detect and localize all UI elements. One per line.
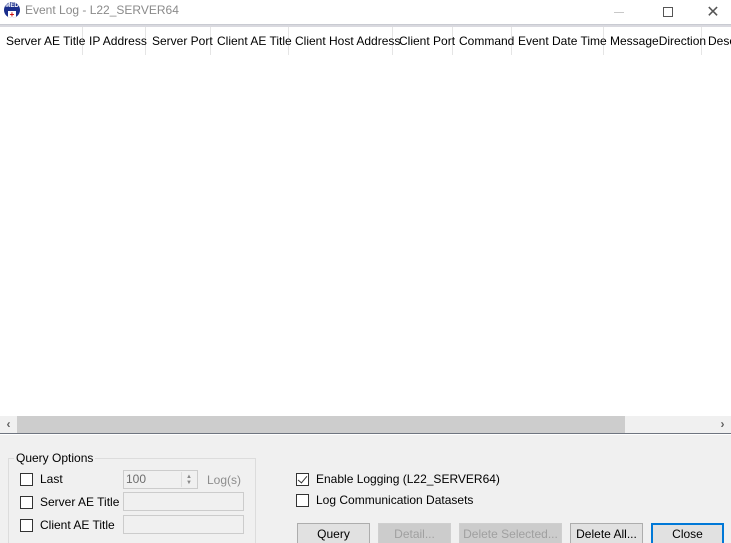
spin-down-icon[interactable]: ▼: [186, 480, 192, 486]
minimize-button[interactable]: [596, 0, 642, 24]
checkbox-box[interactable]: [20, 472, 33, 486]
client-ae-title-label: Client AE Title: [40, 518, 115, 532]
event-log-window: MED + Event Log - L22_SERVER64 ✕ Server A…: [0, 0, 731, 543]
checkbox-box-checked[interactable]: [296, 472, 309, 486]
med-app-icon: MED +: [4, 2, 20, 18]
minimize-icon: [614, 11, 624, 13]
window-title: Event Log - L22_SERVER64: [25, 3, 179, 17]
log-datasets-checkbox[interactable]: Log Communication Datasets: [296, 493, 473, 507]
checkbox-box[interactable]: [20, 495, 33, 509]
maximize-button[interactable]: [645, 0, 691, 24]
checkbox-box[interactable]: [296, 493, 309, 507]
column-header-ip-address[interactable]: IP Address: [83, 27, 147, 55]
column-header-description[interactable]: Desc: [702, 27, 731, 55]
column-header-message-direction[interactable]: MessageDirection: [604, 27, 706, 55]
server-ae-title-input[interactable]: [123, 492, 244, 511]
spinner-buttons[interactable]: ▲ ▼: [181, 472, 196, 487]
list-header: Server AE Title IP Address Server Port C…: [0, 27, 731, 55]
query-options-title: Query Options: [14, 451, 96, 465]
server-ae-title-checkbox[interactable]: Server AE Title: [20, 495, 119, 509]
scroll-right-icon[interactable]: ›: [714, 416, 731, 433]
column-header-server-ae-title[interactable]: Server AE Title: [0, 27, 85, 55]
last-checkbox[interactable]: Last: [20, 472, 63, 486]
detail-button[interactable]: Detail...: [378, 523, 451, 543]
delete-all-button[interactable]: Delete All...: [570, 523, 643, 543]
last-count-spinner[interactable]: 100 ▲ ▼: [123, 470, 198, 489]
client-ae-title-input[interactable]: [123, 515, 244, 534]
delete-selected-button[interactable]: Delete Selected...: [459, 523, 562, 543]
logs-unit-label: Log(s): [207, 473, 242, 487]
log-datasets-label: Log Communication Datasets: [316, 493, 474, 507]
column-header-event-date-time[interactable]: Event Date Time: [512, 27, 607, 55]
close-icon: ✕: [706, 4, 720, 21]
query-button[interactable]: Query: [297, 523, 370, 543]
column-header-client-host-address[interactable]: Client Host Address: [289, 27, 400, 55]
column-header-command[interactable]: Command: [453, 27, 514, 55]
client-ae-title-checkbox[interactable]: Client AE Title: [20, 518, 115, 532]
horizontal-scrollbar[interactable]: ‹ ›: [0, 416, 731, 433]
splitter[interactable]: [0, 433, 731, 435]
enable-logging-label: Enable Logging (L22_SERVER64): [316, 472, 500, 486]
event-log-list[interactable]: Server AE Title IP Address Server Port C…: [0, 27, 731, 434]
last-label: Last: [40, 472, 63, 486]
enable-logging-checkbox[interactable]: Enable Logging (L22_SERVER64): [296, 472, 500, 486]
scrollbar-thumb[interactable]: [17, 416, 625, 433]
column-header-server-port[interactable]: Server Port: [146, 27, 213, 55]
last-count-value: 100: [126, 472, 147, 486]
maximize-icon: [663, 7, 673, 17]
checkbox-box[interactable]: [20, 518, 33, 532]
server-ae-title-label: Server AE Title: [40, 495, 120, 509]
column-header-client-port[interactable]: Client Port: [393, 27, 455, 55]
close-window-button[interactable]: ✕: [690, 0, 731, 24]
close-button[interactable]: Close: [651, 523, 724, 543]
title-bar: MED + Event Log - L22_SERVER64 ✕: [0, 0, 731, 24]
column-header-client-ae-title[interactable]: Client AE Title: [211, 27, 292, 55]
scroll-left-icon[interactable]: ‹: [0, 416, 17, 433]
